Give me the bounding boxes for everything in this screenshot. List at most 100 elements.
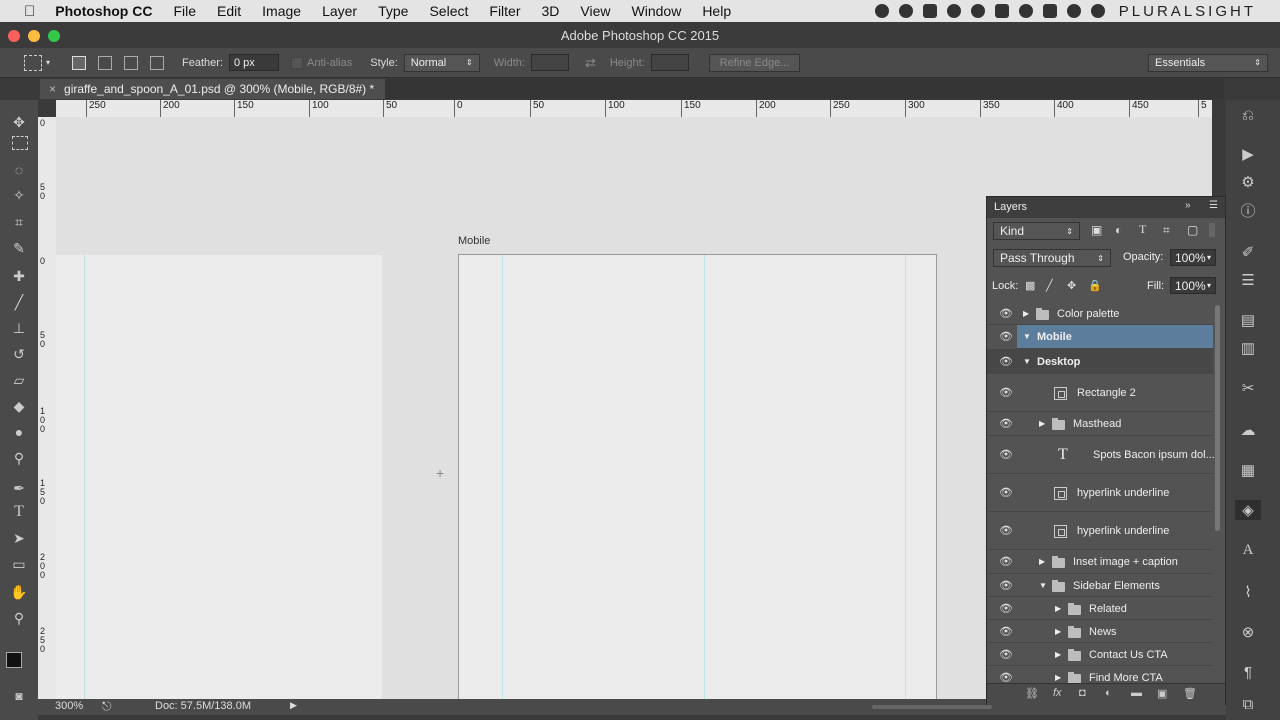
zoom-window-icon[interactable] — [48, 30, 60, 42]
blend-mode-select[interactable]: Pass Through ⇕ — [993, 249, 1111, 267]
crop-tool-icon[interactable]: ⌗ — [9, 212, 29, 232]
expand-right-icon[interactable]: ▶ — [1039, 419, 1045, 428]
menu-image[interactable]: Image — [262, 3, 301, 19]
refine-edge-button[interactable]: Refine Edge... — [708, 53, 801, 72]
zoom-tool-icon[interactable]: ⚲ — [9, 608, 29, 628]
brush-tool-icon[interactable]: ╱ — [9, 292, 29, 312]
layer-row[interactable]: 👁 ▶ Color palette — [987, 302, 1213, 325]
magic-wand-tool-icon[interactable]: ✧ — [9, 185, 29, 205]
dropbox-icon[interactable] — [922, 4, 937, 18]
vpn-icon[interactable] — [970, 4, 985, 18]
notes-icon[interactable]: ▤ — [1238, 310, 1258, 330]
expand-down-icon[interactable]: ▼ — [1023, 332, 1031, 341]
desktop-artboard[interactable] — [56, 255, 382, 699]
expand-right-icon[interactable]: ▶ — [1055, 673, 1061, 682]
history-brush-tool-icon[interactable]: ↺ — [9, 344, 29, 364]
brush-presets-icon[interactable]: ✐ — [1238, 242, 1258, 262]
clone-stamp-tool-icon[interactable]: ⊥ — [9, 318, 29, 338]
quick-mask-icon[interactable]: ◙ — [9, 686, 29, 706]
filter-adjustment-icon[interactable]: ◐ — [1115, 223, 1122, 237]
close-tab-icon[interactable]: × — [49, 82, 56, 96]
filter-smart-object-icon[interactable]: ▢ — [1187, 223, 1198, 237]
libraries-icon[interactable]: ▦ — [1238, 460, 1258, 480]
layer-row[interactable]: 👁 ▶ Contact Us CTA — [987, 643, 1213, 666]
layer-row[interactable]: 👁 hyperlink underline — [987, 512, 1213, 550]
mobile-artboard[interactable] — [458, 254, 937, 699]
close-window-icon[interactable] — [8, 30, 20, 42]
expand-down-icon[interactable]: ▼ — [1023, 357, 1031, 366]
menu-help[interactable]: Help — [702, 3, 731, 19]
visibility-eye-icon[interactable]: 👁 — [999, 355, 1013, 368]
panel-menu-icon[interactable]: ☰ — [1209, 200, 1218, 211]
layer-row[interactable]: 👁 T Spots Bacon ipsum dol... — [987, 436, 1215, 474]
layer-row[interactable]: 👁 ▶ Find More CTA — [987, 666, 1213, 684]
new-layer-icon[interactable]: ▣ — [1157, 687, 1167, 700]
visibility-eye-icon[interactable]: 👁 — [999, 524, 1013, 537]
status-menu-arrow-icon[interactable]: ▶ — [290, 700, 297, 711]
new-group-icon[interactable]: ▬ — [1131, 687, 1142, 699]
visibility-eye-icon[interactable]: 👁 — [999, 448, 1013, 461]
eye-icon[interactable] — [946, 4, 961, 18]
paragraph-icon[interactable]: ¶ — [1238, 662, 1258, 682]
filter-type-icon[interactable]: T — [1139, 222, 1146, 237]
layer-list-scrollbar[interactable] — [1215, 305, 1220, 531]
lock-image-icon[interactable]: ╱ — [1046, 279, 1053, 292]
menu-edit[interactable]: Edit — [217, 3, 241, 19]
intersect-selection-icon[interactable] — [150, 55, 165, 70]
move-tool-icon[interactable]: ✥ — [9, 112, 29, 132]
marquee-preset-icon[interactable] — [24, 54, 42, 71]
channels-icon[interactable]: ⊗ — [1238, 622, 1258, 642]
chevron-down-icon[interactable]: ▾ — [46, 58, 50, 67]
menu-file[interactable]: File — [173, 3, 196, 19]
paths-icon[interactable]: ⌇ — [1238, 582, 1258, 602]
layer-row[interactable]: 👁 ▶ Related — [987, 597, 1213, 620]
layers-tab[interactable]: Layers — [994, 201, 1027, 213]
visibility-eye-icon[interactable]: 👁 — [999, 555, 1013, 568]
lock-all-icon[interactable]: 🔒 — [1088, 279, 1102, 292]
horizontal-scrollbar[interactable] — [872, 705, 992, 709]
layer-mask-icon[interactable]: ◘ — [1079, 687, 1086, 699]
menu-filter[interactable]: Filter — [489, 3, 520, 19]
layer-row[interactable]: 👁 ▼ Mobile — [999, 325, 1213, 349]
marquee-tool-icon[interactable] — [12, 136, 28, 150]
properties-icon[interactable]: ⚙ — [1238, 172, 1258, 192]
layer-style-icon[interactable]: fx — [1053, 687, 1062, 699]
visibility-eye-icon[interactable]: 👁 — [999, 307, 1013, 320]
visibility-eye-icon[interactable]: 👁 — [999, 602, 1013, 615]
eyedropper-tool-icon[interactable]: ✎ — [9, 238, 29, 258]
layer-row[interactable]: 👁 ▶ News — [987, 620, 1213, 643]
share-icon[interactable]: ⎋ — [102, 699, 112, 714]
menu-select[interactable]: Select — [429, 3, 468, 19]
expand-right-icon[interactable]: ▶ — [1055, 604, 1061, 613]
layer-row[interactable]: 👁 ▶ Masthead — [987, 412, 1213, 436]
display-icon[interactable] — [1042, 4, 1057, 18]
lock-position-icon[interactable]: ✥ — [1067, 279, 1076, 292]
add-selection-icon[interactable] — [98, 55, 113, 70]
healing-brush-tool-icon[interactable]: ✚ — [9, 266, 29, 286]
collapse-panel-icon[interactable]: » — [1185, 200, 1191, 211]
document-tab[interactable]: × giraffe_and_spoon_A_01.psd @ 300% (Mob… — [40, 79, 385, 99]
creative-cloud-icon[interactable]: ☁ — [1238, 420, 1258, 440]
adjustments-icon[interactable]: ☰ — [1238, 270, 1258, 290]
menu-window[interactable]: Window — [632, 3, 682, 19]
character-icon[interactable]: A — [1238, 540, 1258, 560]
expand-right-icon[interactable]: ▶ — [1055, 650, 1061, 659]
actions-play-icon[interactable]: ▶ — [1238, 144, 1258, 164]
pen-tool-icon[interactable]: ✒ — [9, 478, 29, 498]
bell-icon[interactable] — [1018, 4, 1033, 18]
drive-icon[interactable] — [898, 4, 913, 18]
filter-pixel-icon[interactable]: ▣ — [1091, 223, 1102, 237]
workspace-select[interactable]: Essentials ⇕ — [1148, 53, 1268, 72]
link-layers-icon[interactable]: ⛓ — [1025, 687, 1039, 700]
app-menu[interactable]: Photoshop CC — [55, 3, 152, 19]
visibility-eye-icon[interactable]: 👁 — [999, 386, 1013, 399]
menu-type[interactable]: Type — [378, 3, 408, 19]
layer-row[interactable]: 👁 Rectangle 2 — [987, 374, 1213, 412]
visibility-eye-icon[interactable]: 👁 — [999, 417, 1013, 430]
opacity-input[interactable]: 100% ▾ — [1170, 249, 1216, 266]
type-tool-icon[interactable]: T — [9, 502, 29, 522]
artboard-label[interactable]: Mobile — [458, 235, 490, 247]
layer-row[interactable]: 👁 ▶ Inset image + caption — [987, 550, 1213, 574]
glyphs-icon[interactable]: ⧉ — [1238, 694, 1258, 714]
menu-3d[interactable]: 3D — [542, 3, 560, 19]
